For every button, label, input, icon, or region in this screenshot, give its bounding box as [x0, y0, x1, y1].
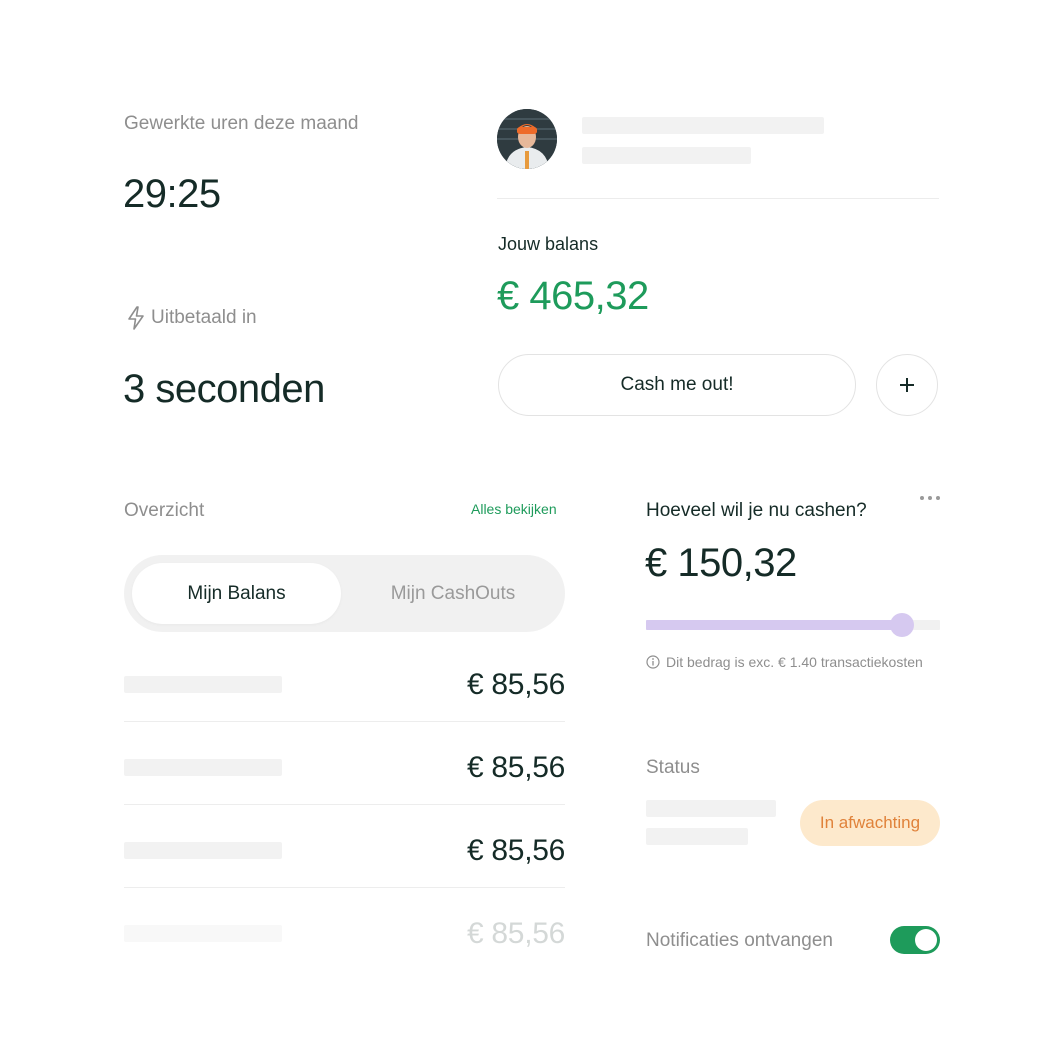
info-icon [646, 655, 660, 669]
list-item[interactable]: € 85,56 [124, 914, 565, 964]
add-button[interactable] [876, 354, 938, 416]
cashout-question: Hoeveel wil je nu cashen? [646, 500, 867, 521]
list-item[interactable]: € 85,56 [124, 665, 565, 722]
more-dots-icon[interactable] [918, 488, 942, 508]
payout-value: 3 seconden [123, 367, 325, 411]
row-divider [124, 887, 565, 888]
status-badge: In afwachting [800, 800, 940, 846]
notifications-toggle[interactable] [890, 926, 940, 954]
lightning-icon [126, 306, 146, 330]
row-divider [124, 804, 565, 805]
row-label-placeholder [124, 759, 282, 776]
row-label-placeholder [124, 925, 282, 942]
profile-subtitle-placeholder [582, 147, 751, 164]
row-amount: € 85,56 [467, 917, 565, 950]
row-divider [124, 721, 565, 722]
row-label-placeholder [124, 676, 282, 693]
profile-name-placeholder [582, 117, 824, 134]
fee-note: Dit bedrag is exc. € 1.40 transactiekost… [646, 654, 923, 670]
status-line-placeholder [646, 828, 748, 845]
tab-mijn-cashouts[interactable]: Mijn CashOuts [349, 563, 557, 624]
hours-label: Gewerkte uren deze maand [124, 113, 359, 134]
hours-value: 29:25 [123, 172, 221, 216]
slider-handle[interactable] [889, 613, 914, 637]
fee-note-text: Dit bedrag is exc. € 1.40 transactiekost… [666, 654, 923, 670]
view-all-link[interactable]: Alles bekijken [471, 501, 557, 517]
list-item[interactable]: € 85,56 [124, 748, 565, 805]
cashout-amount: € 150,32 [645, 541, 797, 585]
profile-divider [497, 198, 939, 199]
balance-label: Jouw balans [498, 234, 599, 254]
row-amount: € 85,56 [467, 751, 565, 784]
notifications-label: Notificaties ontvangen [646, 930, 833, 951]
status-line-placeholder [646, 800, 776, 817]
amount-slider[interactable] [646, 613, 940, 637]
row-amount: € 85,56 [467, 668, 565, 701]
balance-value: € 465,32 [497, 274, 649, 318]
list-item[interactable]: € 85,56 [124, 831, 565, 888]
overview-tabs: Mijn Balans Mijn CashOuts [124, 555, 565, 632]
plus-icon [899, 377, 915, 393]
row-label-placeholder [124, 842, 282, 859]
status-title: Status [646, 757, 700, 778]
slider-fill [646, 620, 902, 630]
overview-title: Overzicht [124, 500, 205, 521]
row-amount: € 85,56 [467, 834, 565, 867]
tab-mijn-balans[interactable]: Mijn Balans [132, 563, 341, 624]
avatar[interactable] [497, 109, 557, 169]
cashout-button[interactable]: Cash me out! [498, 354, 856, 416]
toggle-knob [915, 929, 937, 951]
payout-label: Uitbetaald in [151, 307, 257, 328]
